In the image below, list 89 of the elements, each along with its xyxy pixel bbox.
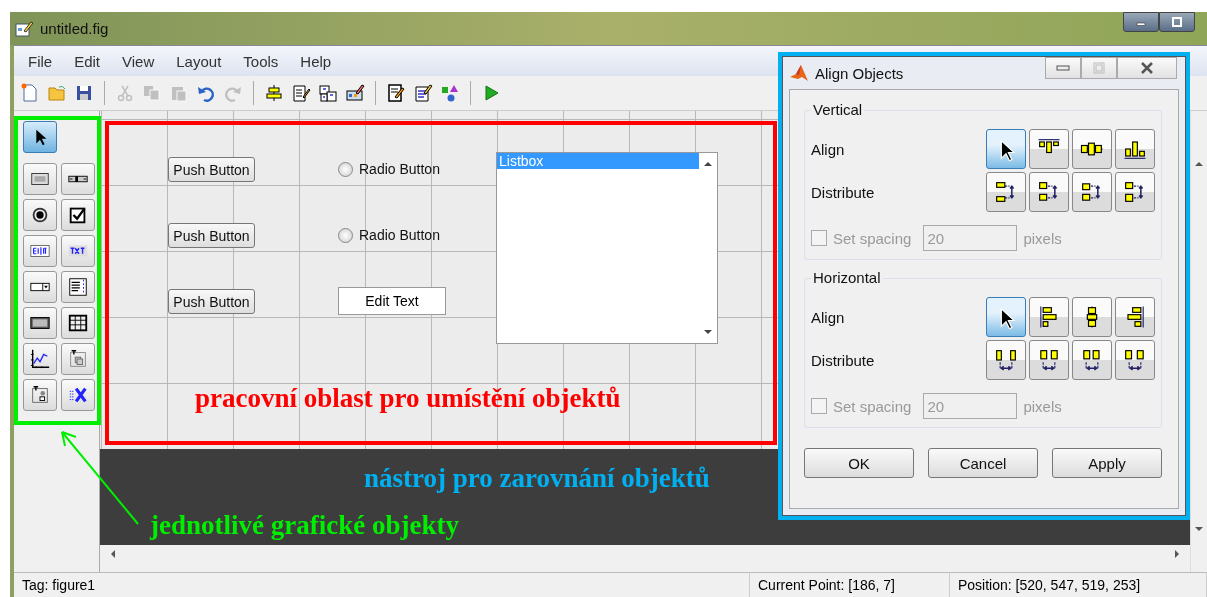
palette-tool-button[interactable] bbox=[61, 307, 95, 339]
palette-tool-button[interactable] bbox=[61, 271, 95, 303]
group-title: Vertical bbox=[811, 101, 865, 118]
status-field: Current Point: [186, 7] bbox=[750, 573, 950, 597]
shapes-icon[interactable] bbox=[440, 83, 460, 103]
minimize-icon bbox=[1056, 64, 1070, 72]
align-button[interactable] bbox=[1072, 129, 1112, 169]
document-lines-icon[interactable] bbox=[413, 83, 433, 103]
button-group-tool-icon bbox=[29, 384, 51, 406]
palette-tool-button[interactable] bbox=[23, 121, 57, 153]
radio-button[interactable] bbox=[338, 227, 353, 243]
dialog-button[interactable]: OK bbox=[804, 448, 914, 478]
annotation-caption: nástroj pro zarovnání objektů bbox=[364, 463, 710, 494]
align-button[interactable] bbox=[1029, 129, 1069, 169]
menu-item[interactable]: Edit bbox=[64, 52, 113, 70]
menu-item[interactable]: Tools bbox=[233, 52, 291, 70]
listbox-tool-icon bbox=[67, 276, 89, 298]
menu-item[interactable]: Layout bbox=[166, 52, 234, 70]
editor-icon[interactable] bbox=[386, 83, 406, 103]
scroll-up-icon[interactable] bbox=[703, 161, 713, 167]
dialog-button[interactable]: Apply bbox=[1052, 448, 1162, 478]
maximize-icon bbox=[1093, 62, 1105, 74]
distribute-button[interactable] bbox=[1115, 172, 1155, 212]
radio-label[interactable]: Radio Button bbox=[359, 227, 440, 243]
distribute-button[interactable] bbox=[986, 172, 1026, 212]
distribute-button[interactable] bbox=[1115, 340, 1155, 380]
annotation-caption: pracovní oblast pro umístění objektů bbox=[195, 383, 621, 414]
push-button[interactable]: Push Button bbox=[168, 223, 255, 248]
palette-tool-button[interactable] bbox=[61, 235, 95, 267]
distribute-button[interactable] bbox=[1072, 340, 1112, 380]
dialog-button[interactable]: Cancel bbox=[928, 448, 1038, 478]
palette-tool-button[interactable] bbox=[23, 163, 57, 195]
distribute-button[interactable] bbox=[1029, 340, 1069, 380]
numbered-boxes-icon[interactable] bbox=[318, 83, 338, 103]
palette-tool-button[interactable] bbox=[61, 163, 95, 195]
toolbar-pencil-icon[interactable] bbox=[345, 83, 365, 103]
status-field: Tag: figure1 bbox=[14, 573, 750, 597]
palette-tool-button[interactable] bbox=[61, 199, 95, 231]
row-label: Align bbox=[811, 308, 846, 326]
minimize-button[interactable] bbox=[1123, 12, 1159, 32]
distribute-button[interactable] bbox=[1072, 172, 1112, 212]
palette-tool-button[interactable] bbox=[23, 379, 57, 411]
align-button[interactable] bbox=[1115, 297, 1155, 337]
scroll-down-icon[interactable] bbox=[1194, 526, 1204, 532]
radio-label[interactable]: Radio Button bbox=[359, 161, 440, 177]
palette-tool-button[interactable] bbox=[23, 271, 57, 303]
align-icon[interactable] bbox=[264, 83, 284, 103]
maximize-button[interactable] bbox=[1159, 12, 1195, 32]
edit-text-field[interactable]: Edit Text bbox=[338, 287, 446, 315]
scroll-right-icon[interactable] bbox=[1174, 549, 1180, 559]
palette-tool-button[interactable] bbox=[23, 199, 57, 231]
row-label: Distribute bbox=[811, 183, 876, 201]
axes-tool-icon bbox=[29, 348, 51, 370]
radio-button[interactable] bbox=[338, 161, 353, 177]
align-button[interactable] bbox=[1115, 129, 1155, 169]
align-button[interactable] bbox=[1072, 297, 1112, 337]
menu-item[interactable]: File bbox=[18, 52, 65, 70]
peak-logo-icon bbox=[789, 63, 809, 83]
document-pencil-icon[interactable] bbox=[291, 83, 311, 103]
push-button[interactable]: Push Button bbox=[168, 289, 255, 314]
menu-item[interactable]: Help bbox=[290, 52, 344, 70]
scroll-up-icon[interactable] bbox=[1194, 161, 1204, 167]
row-label: Align bbox=[811, 140, 846, 158]
close-button[interactable] bbox=[1117, 57, 1177, 79]
align-button[interactable] bbox=[986, 129, 1026, 169]
palette-tool-button[interactable] bbox=[23, 343, 57, 375]
distribute-button[interactable] bbox=[1029, 172, 1069, 212]
row-label: Distribute bbox=[811, 351, 876, 369]
new-file-icon[interactable] bbox=[20, 83, 40, 103]
status-field: Position: [520, 547, 519, 253] bbox=[950, 573, 1207, 597]
align-button[interactable] bbox=[986, 297, 1026, 337]
close-icon bbox=[1140, 62, 1154, 74]
unit-label: pixels bbox=[1023, 397, 1062, 415]
panel-tool-icon bbox=[67, 348, 89, 370]
maximize-icon bbox=[1171, 16, 1183, 28]
scroll-down-icon[interactable] bbox=[703, 329, 713, 335]
unit-label: pixels bbox=[1023, 229, 1062, 247]
palette-tool-button[interactable] bbox=[61, 379, 95, 411]
menu-item[interactable]: View bbox=[112, 52, 167, 70]
dialog-title: Align Objects bbox=[815, 64, 904, 82]
annotation-caption: jednotlivé grafické objekty bbox=[150, 510, 459, 541]
window-title: untitled.fig bbox=[40, 20, 109, 37]
group-title: Horizontal bbox=[811, 269, 883, 286]
table-tool-icon bbox=[67, 312, 89, 334]
align-button[interactable] bbox=[1029, 297, 1069, 337]
palette-tool-button[interactable] bbox=[23, 307, 57, 339]
scroll-left-icon[interactable] bbox=[110, 549, 116, 559]
push-button[interactable]: Push Button bbox=[168, 157, 255, 182]
distribute-button[interactable] bbox=[986, 340, 1026, 380]
